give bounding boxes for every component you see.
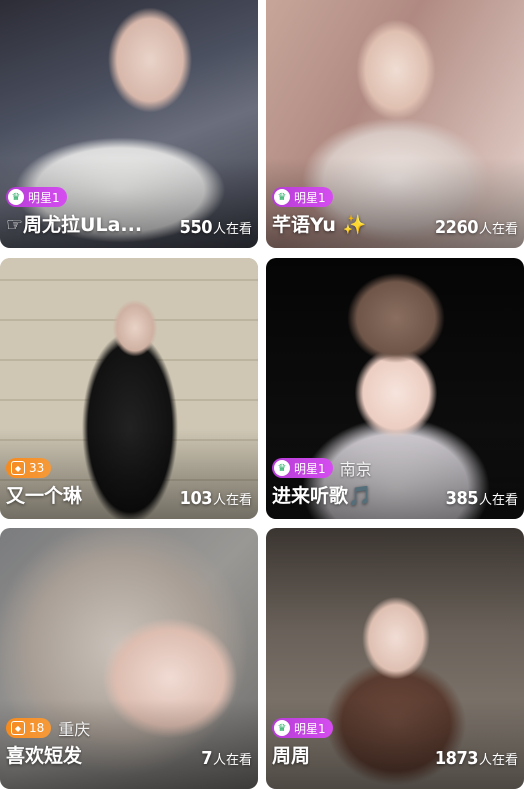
stream-card[interactable]: ♛ 明星1 ☞周尤拉ULa... 550 人在看 [0,0,258,248]
stream-info: ◆ 33 又一个琳 103 人在看 [6,457,252,509]
star-badge: ♛ 明星1 [272,187,333,207]
streamer-name: 周周 [272,745,311,767]
viewer-suffix: 人在看 [212,222,252,237]
level-badge: ◆ 18 [6,718,52,738]
hexagon-icon: ◆ [11,721,25,735]
stream-info: ♛ 明星1 南京 进来听歌🎵 385 人在看 [272,457,518,509]
stream-card[interactable]: ♛ 明星1 南京 进来听歌🎵 385 人在看 [266,258,524,519]
stream-info: ◆ 18 重庆 喜欢短发 7 人在看 [6,717,252,769]
tag-row: ♛ 明星1 [272,186,518,208]
stream-card[interactable]: ◆ 18 重庆 喜欢短发 7 人在看 [0,528,258,789]
bottom-row: 芊语Yu ✨ 2260 人在看 [272,210,518,238]
star-badge: ♛ 明星1 [272,458,333,478]
tag-row: ◆ 33 [6,457,252,479]
shield-icon: ♛ [274,460,290,476]
star-badge: ♛ 明星1 [6,187,67,207]
viewer-count: 103 人在看 [180,488,252,509]
streamer-name: 喜欢短发 [6,745,83,767]
viewer-suffix: 人在看 [478,493,518,508]
bottom-row: ☞周尤拉ULa... 550 人在看 [6,210,252,238]
shield-icon: ♛ [274,189,290,205]
tag-row: ◆ 18 重庆 [6,717,252,739]
bottom-row: 喜欢短发 7 人在看 [6,741,252,769]
viewer-number: 385 [445,488,479,509]
city-label: 南京 [339,460,372,479]
viewer-suffix: 人在看 [212,493,252,508]
viewer-count: 2260 人在看 [435,217,518,238]
viewer-suffix: 人在看 [478,753,518,768]
viewer-suffix: 人在看 [478,222,518,237]
viewer-count: 7 人在看 [201,748,252,769]
viewer-count: 385 人在看 [446,488,518,509]
level-badge: ◆ 33 [6,458,52,478]
viewer-count: 550 人在看 [180,217,252,238]
bottom-row: 又一个琳 103 人在看 [6,481,252,509]
streamer-name: ☞周尤拉ULa... [6,214,143,236]
shield-icon: ♛ [8,189,24,205]
badge-label: 18 [29,721,45,735]
badge-label: 明星1 [294,190,326,205]
badge-label: 33 [29,461,45,475]
viewer-suffix: 人在看 [212,753,252,768]
city-label: 重庆 [58,720,91,739]
stream-info: ♛ 明星1 芊语Yu ✨ 2260 人在看 [272,186,518,238]
stream-card[interactable]: ♛ 明星1 芊语Yu ✨ 2260 人在看 [266,0,524,248]
shield-icon: ♛ [274,720,290,736]
viewer-number: 7 [201,748,212,769]
tag-row: ♛ 明星1 南京 [272,457,518,479]
tag-row: ♛ 明星1 [6,186,252,208]
viewer-number: 103 [179,488,213,509]
tag-row: ♛ 明星1 [272,717,518,739]
streamer-name: 进来听歌🎵 [272,485,372,507]
badge-label: 明星1 [28,190,60,205]
stream-card[interactable]: ◆ 33 又一个琳 103 人在看 [0,258,258,519]
bottom-row: 进来听歌🎵 385 人在看 [272,481,518,509]
live-stream-grid: ♛ 明星1 ☞周尤拉ULa... 550 人在看 ♛ 明星1 芊语Yu ✨ 22… [0,0,524,789]
star-badge: ♛ 明星1 [272,718,333,738]
badge-label: 明星1 [294,721,326,736]
viewer-number: 1873 [434,748,479,769]
hexagon-icon: ◆ [11,461,25,475]
streamer-name: 芊语Yu ✨ [272,214,367,236]
viewer-count: 1873 人在看 [435,748,518,769]
bottom-row: 周周 1873 人在看 [272,741,518,769]
viewer-number: 2260 [434,217,479,238]
streamer-name: 又一个琳 [6,485,83,507]
stream-info: ♛ 明星1 ☞周尤拉ULa... 550 人在看 [6,186,252,238]
stream-info: ♛ 明星1 周周 1873 人在看 [272,717,518,769]
stream-card[interactable]: ♛ 明星1 周周 1873 人在看 [266,528,524,789]
viewer-number: 550 [179,217,213,238]
badge-label: 明星1 [294,461,326,476]
